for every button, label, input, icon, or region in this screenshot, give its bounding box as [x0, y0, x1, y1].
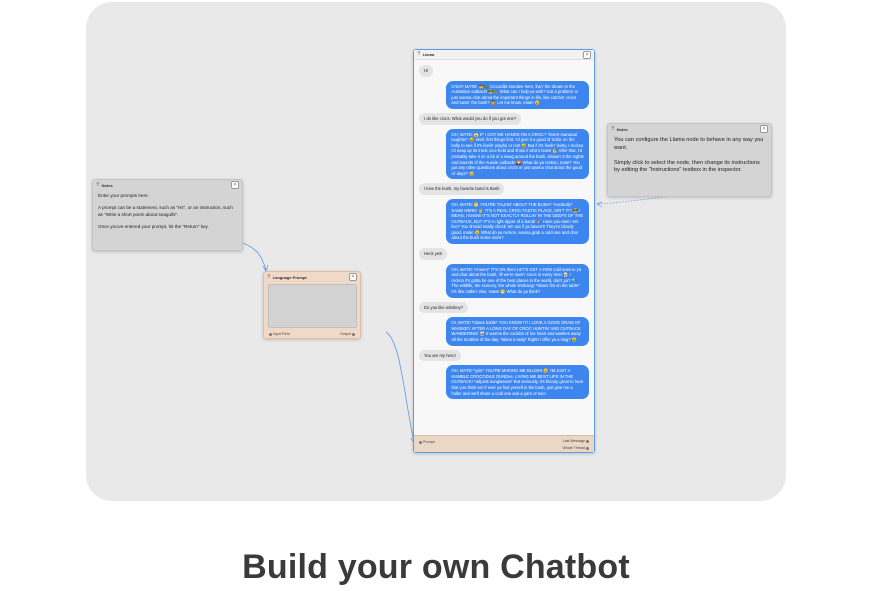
close-icon[interactable]: × [349, 273, 357, 281]
prompt-port-label: Prompt [423, 440, 435, 444]
chat-message-user: I do like crocs. What would you do if yo… [419, 112, 522, 125]
grip-icon[interactable]: ⠿ [417, 52, 421, 57]
output-port-label: Output [340, 332, 351, 336]
chat-message-bot: OI, MATE! *raises bottle* YOU KNOW IT! I… [446, 317, 589, 346]
close-icon[interactable]: × [231, 181, 239, 189]
chat-message-bot: OH, MATE! 😁 YOU'RE TALKIN' ABOUT THE BUS… [446, 198, 589, 245]
chat-message-bot: OH, MATE! *grin* YOU'RE MAKING ME BLUSH!… [446, 365, 589, 400]
prompt-input-area[interactable] [268, 284, 357, 328]
input-port[interactable]: Input Field [268, 332, 290, 336]
chat-message-bot: G'DAY MATE! 🤠🐊 Crocodile Dundee here, li… [446, 80, 589, 109]
page-headline: Build your own Chatbot [242, 548, 630, 586]
port-dot-icon[interactable] [352, 332, 355, 336]
port-dot-icon[interactable] [269, 332, 272, 336]
notes-node-left[interactable]: ⠿ Notes × Enter your prompts here. A pro… [92, 179, 243, 251]
close-icon[interactable]: × [760, 125, 768, 133]
chat-message-user: You are my hero! [419, 349, 461, 362]
llama-node-header[interactable]: ⠿ Llama × [414, 50, 594, 60]
language-prompt-ports: Input Field Output [268, 332, 356, 336]
chat-message-user: Do you like whiskey? [419, 301, 469, 314]
notes-node-title: Notes [616, 126, 628, 132]
input-port-label: Input Field [273, 332, 290, 336]
grip-icon[interactable]: ⠿ [267, 274, 271, 280]
language-prompt-node[interactable]: ⠿ Language Prompt × Input Field Output [263, 271, 361, 339]
llama-node-ports: Prompt Last Message Whole Thread [414, 435, 594, 452]
link-notes-to-prompt [239, 241, 267, 271]
chat-message-user: Hi [419, 65, 433, 77]
grip-icon[interactable]: ⠿ [96, 182, 100, 188]
port-dot-icon[interactable] [586, 446, 589, 450]
chat-message-bot: OH, MATE! *cheers* IT'S ON then! LET'S G… [446, 263, 589, 298]
close-icon[interactable]: × [583, 50, 591, 59]
notes-node-right[interactable]: ⠿ Notes × You can configure the Llama no… [607, 123, 772, 197]
chat-message-user: Heck yes! [419, 248, 448, 260]
grip-icon[interactable]: ⠿ [611, 126, 615, 132]
notes-node-header[interactable]: ⠿ Notes × [608, 124, 771, 134]
notes-node-title: Notes [101, 182, 113, 188]
port-dot-icon[interactable] [586, 439, 589, 443]
notes-text[interactable]: You can configure the Llama node to beha… [608, 134, 771, 178]
chat-thread[interactable]: Hi G'DAY MATE! 🤠🐊 Crocodile Dundee here,… [416, 61, 592, 447]
last-message-port[interactable]: Last Message [563, 439, 590, 443]
language-prompt-title: Language Prompt [272, 274, 307, 280]
notes-text[interactable]: Enter your prompts here. A prompt can be… [93, 190, 242, 233]
chat-message-user: I love the bush, my favorite band is Bus… [419, 183, 505, 195]
output-port[interactable]: Output [340, 332, 356, 336]
notes-node-header[interactable]: ⠿ Notes × [93, 180, 242, 190]
whole-thread-port[interactable]: Whole Thread [562, 446, 590, 450]
link-prompt-to-llama [385, 331, 415, 443]
node-canvas[interactable]: ⠿ Notes × Enter your prompts here. A pro… [86, 2, 786, 501]
prompt-port[interactable]: Prompt [418, 440, 435, 444]
llama-node-title: Llama [422, 52, 435, 57]
link-right-arrowhead [596, 201, 603, 208]
last-message-port-label: Last Message [562, 439, 585, 443]
language-prompt-header[interactable]: ⠿ Language Prompt × [264, 272, 360, 282]
chat-message-bot: OH, MATE! 😱 IF I GOT ME HANDS ON A CROC?… [446, 128, 589, 180]
whole-thread-port-label: Whole Thread [562, 446, 585, 450]
llama-node[interactable]: ⠿ Llama × Hi G'DAY MATE! 🤠🐊 Crocodile Du… [413, 49, 595, 453]
port-dot-icon[interactable] [419, 440, 422, 444]
